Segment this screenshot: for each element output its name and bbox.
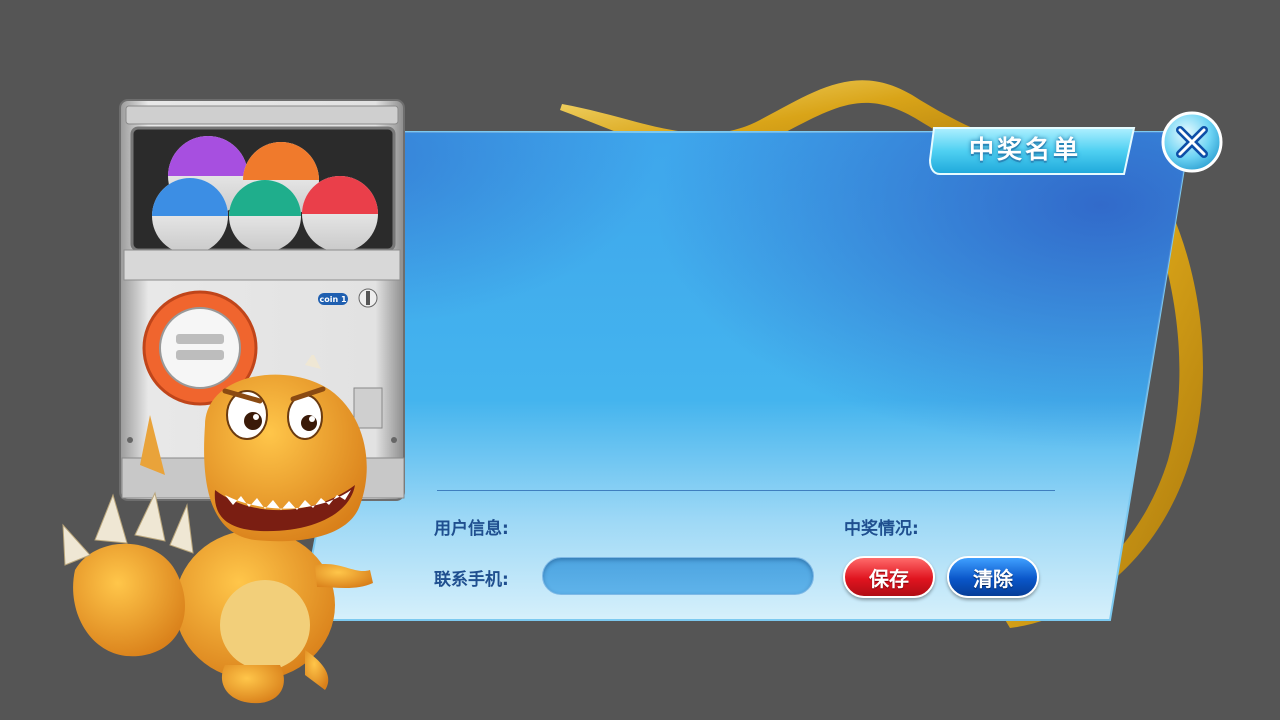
- dinosaur-mascot-illustration: [62, 355, 373, 704]
- save-button-label: 保存: [869, 566, 909, 591]
- save-button[interactable]: 保存: [843, 556, 935, 598]
- phone-label: 联系手机:: [434, 570, 509, 590]
- dialog-title: 中奖名单: [968, 135, 1081, 164]
- content-divider: [437, 490, 1055, 491]
- coin-label: coin 1: [319, 295, 346, 304]
- close-icon[interactable]: [1160, 110, 1224, 174]
- clear-button-label: 清除: [973, 566, 1013, 591]
- user-info-label: 用户信息:: [434, 519, 509, 539]
- prize-status-label: 中奖情况:: [844, 519, 919, 539]
- phone-input[interactable]: [542, 557, 814, 595]
- clear-button[interactable]: 清除: [947, 556, 1039, 598]
